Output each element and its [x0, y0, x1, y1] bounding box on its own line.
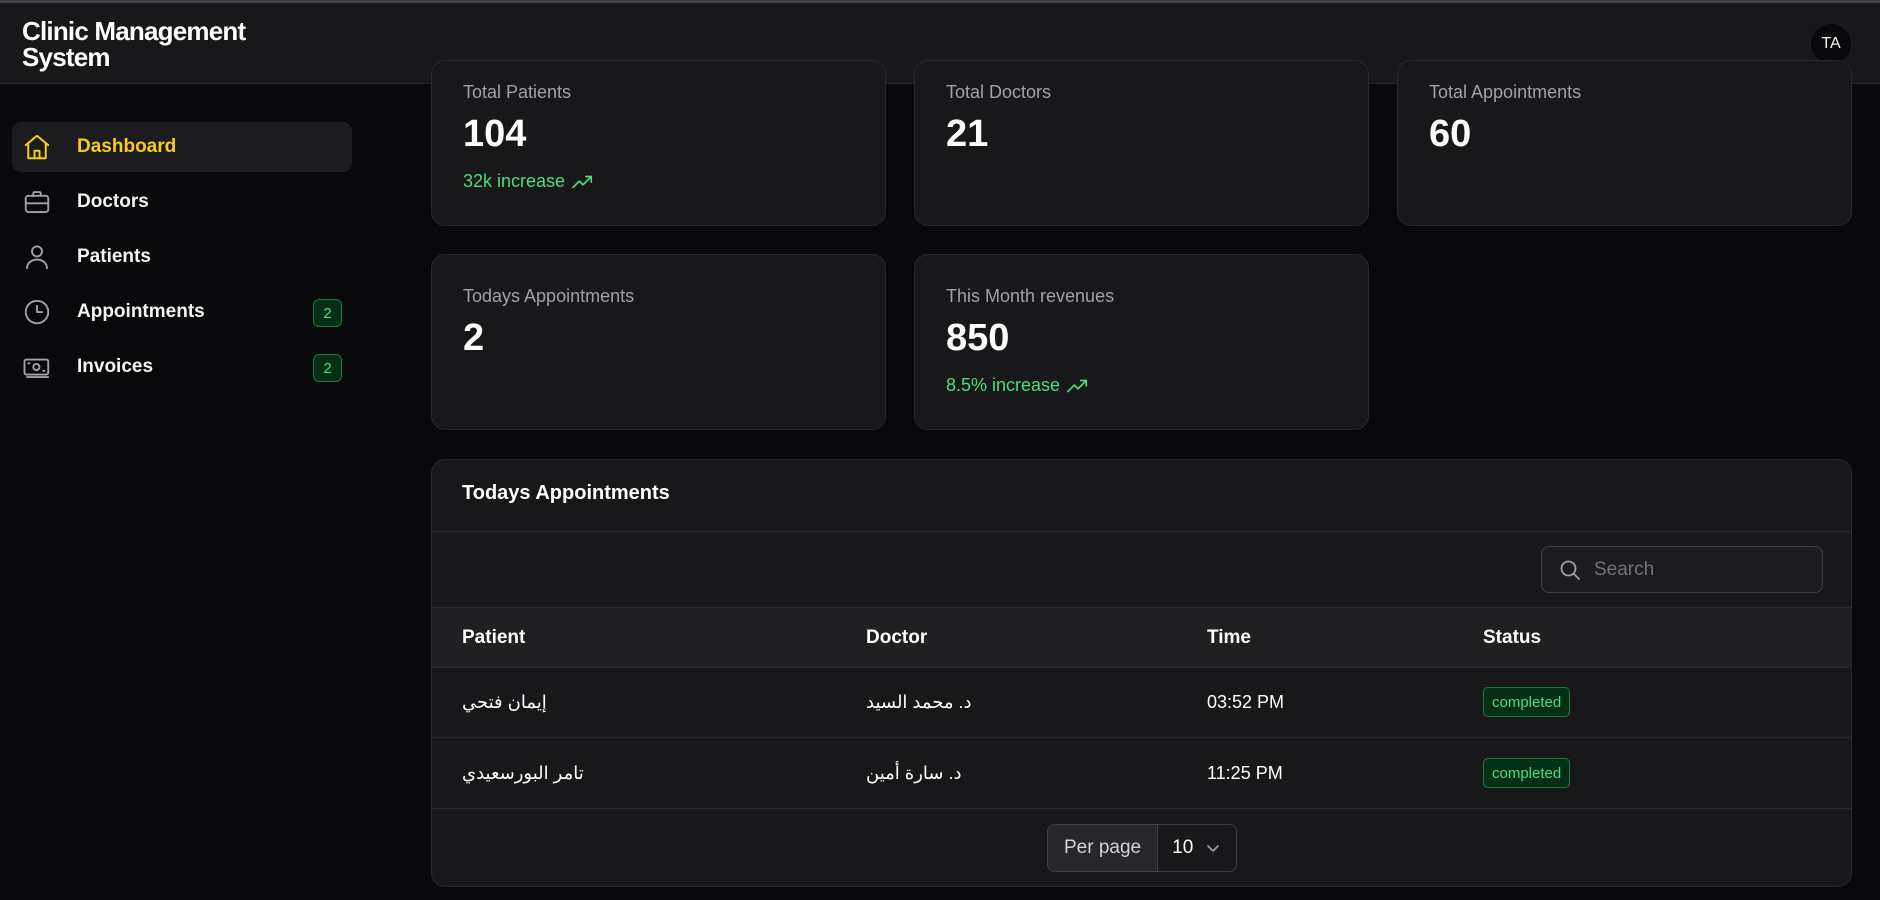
stat-card-month-revenues: This Month revenues 850 8.5% increase	[914, 254, 1369, 430]
cell-time: 03:52 PM	[1207, 692, 1285, 712]
per-page-label: Per page	[1048, 825, 1159, 871]
sidebar-item-doctors[interactable]: Doctors	[12, 177, 352, 227]
user-icon	[22, 242, 52, 272]
sidebar-item-label: Appointments	[77, 301, 205, 322]
table-row[interactable]: إيمان فتحي د. محمد السيد 03:52 PM comple…	[432, 668, 1851, 738]
table-title: Todays Appointments	[462, 482, 670, 504]
cell-doctor: د. سارة أمين	[866, 763, 962, 783]
avatar[interactable]: TA	[1811, 24, 1851, 64]
stat-trend-text: 32k increase	[463, 171, 566, 191]
stat-trend: 8.5% increase	[946, 375, 1089, 396]
stat-value: 60	[1429, 113, 1472, 155]
per-page-select[interactable]: 10	[1158, 825, 1237, 871]
cell-time: 11:25 PM	[1207, 763, 1283, 783]
pagination-per-page: Per page 10	[1047, 824, 1238, 872]
search-box	[1541, 546, 1823, 593]
sidebar-item-appointments[interactable]: Appointments 2	[12, 287, 352, 337]
sidebar: Dashboard Doctors Patients Appointments …	[12, 122, 352, 397]
stat-label: Total Patients	[463, 82, 572, 102]
stat-value: 2	[463, 317, 485, 359]
home-icon	[22, 132, 52, 162]
sidebar-item-dashboard[interactable]: Dashboard	[12, 122, 352, 172]
search-input[interactable]	[1594, 558, 1814, 581]
app-title: Clinic Management System	[22, 16, 246, 72]
stat-value: 850	[946, 317, 1010, 359]
briefcase-icon	[22, 187, 52, 217]
invoices-count-badge: 2	[313, 354, 342, 382]
status-badge: completed	[1483, 687, 1571, 717]
trending-up-icon	[1067, 379, 1088, 392]
table-row[interactable]: تامر البورسعيدي د. سارة أمين 11:25 PM co…	[432, 739, 1851, 809]
column-header-time[interactable]: Time	[1207, 627, 1251, 649]
appointments-count-badge: 2	[313, 299, 342, 327]
stat-trend-text: 8.5% increase	[946, 375, 1061, 395]
stat-label: Total Doctors	[946, 82, 1052, 102]
cell-patient: إيمان فتحي	[462, 692, 547, 712]
chevron-down-icon	[1207, 845, 1219, 852]
table-header: Patient Doctor Time Status	[432, 607, 1851, 668]
cell-doctor: د. محمد السيد	[866, 692, 972, 712]
stat-value: 21	[946, 113, 989, 155]
stat-label: Todays Appointments	[463, 286, 635, 306]
clock-icon	[22, 297, 52, 327]
trending-up-icon	[572, 175, 593, 188]
stat-card-total-patients: Total Patients 104 32k increase	[431, 60, 886, 226]
stat-value: 104	[463, 113, 527, 155]
stat-card-total-appointments: Total Appointments 60	[1397, 60, 1852, 226]
status-badge: completed	[1483, 758, 1571, 788]
divider	[432, 531, 1851, 532]
column-header-patient[interactable]: Patient	[462, 627, 525, 649]
cell-patient: تامر البورسعيدي	[462, 763, 584, 783]
column-header-doctor[interactable]: Doctor	[866, 627, 927, 649]
search-icon	[1560, 560, 1580, 580]
sidebar-item-label: Invoices	[77, 356, 154, 377]
stat-card-todays-appointments: Todays Appointments 2	[431, 254, 886, 430]
per-page-value: 10	[1172, 837, 1194, 858]
column-header-status[interactable]: Status	[1483, 627, 1541, 649]
stat-label: This Month revenues	[946, 286, 1115, 306]
sidebar-item-invoices[interactable]: Invoices 2	[12, 342, 352, 392]
todays-appointments-table: Todays Appointments Patient Doctor Time …	[431, 459, 1852, 887]
sidebar-item-patients[interactable]: Patients	[12, 232, 352, 282]
stat-card-total-doctors: Total Doctors 21	[914, 60, 1369, 226]
stat-trend: 32k increase	[463, 171, 594, 192]
sidebar-item-label: Patients	[77, 246, 151, 267]
banknote-icon	[22, 352, 52, 382]
sidebar-item-label: Dashboard	[77, 136, 177, 157]
stat-label: Total Appointments	[1429, 82, 1582, 102]
sidebar-item-label: Doctors	[77, 191, 149, 212]
